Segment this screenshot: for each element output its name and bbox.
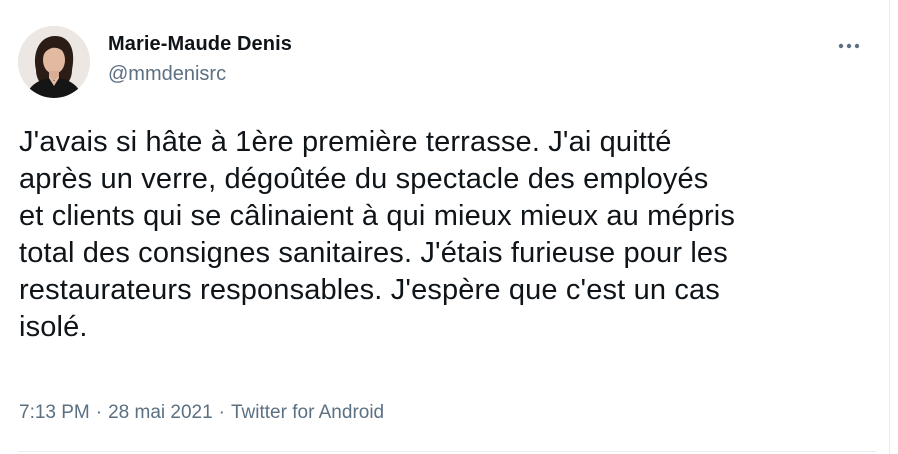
author-name[interactable]: Marie-Maude Denis <box>108 33 292 56</box>
meta-separator: · <box>95 402 103 423</box>
meta-separator: · <box>218 402 225 423</box>
more-options-icon <box>838 43 860 49</box>
tweet-source[interactable]: Twitter for Android <box>231 402 384 423</box>
author-avatar[interactable] <box>18 26 90 98</box>
divider <box>18 451 876 452</box>
more-options-button[interactable] <box>834 36 864 56</box>
author-handle[interactable]: @mmdenisrc <box>108 63 226 86</box>
tweet-date[interactable]: 28 mai 2021 <box>108 402 213 423</box>
avatar-portrait-image <box>18 26 90 98</box>
tweet-card: Marie-Maude Denis @mmdenisrc J'avais si … <box>0 0 890 454</box>
tweet-time[interactable]: 7:13 PM <box>19 402 90 423</box>
tweet-text: J'avais si hâte à 1ère première terrasse… <box>19 126 736 343</box>
tweet-meta: 7:13 PM · 28 mai 2021 · Twitter for Android <box>19 402 384 424</box>
